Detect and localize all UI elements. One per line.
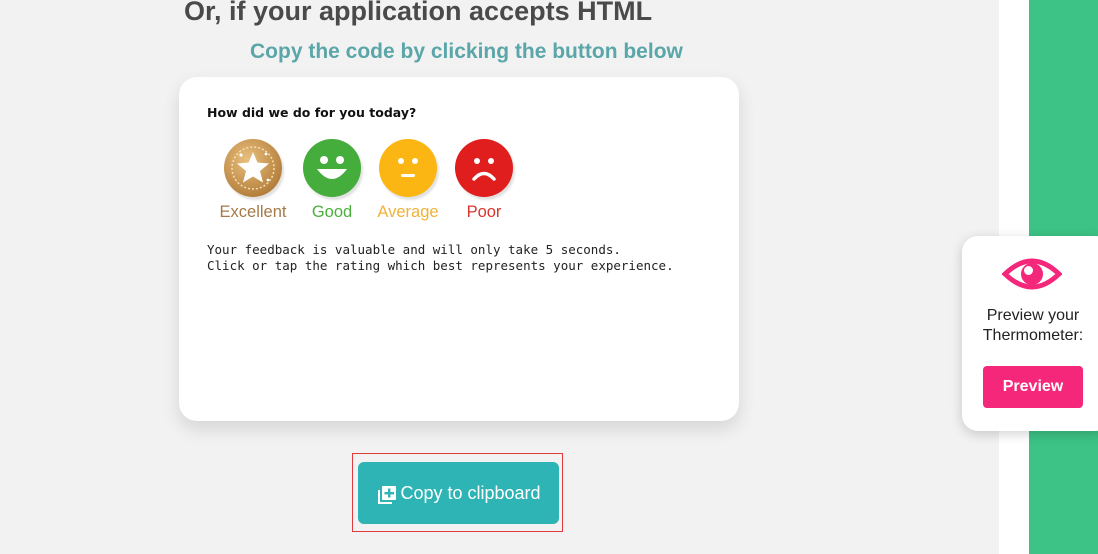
preview-text-line: Thermometer: [982, 327, 1084, 344]
preview-text: Preview your Thermometer: [962, 306, 1098, 346]
preview-button[interactable]: Preview [983, 366, 1083, 408]
smile-face-icon [303, 139, 361, 197]
preview-panel: Preview your Thermometer: Preview [962, 236, 1098, 431]
feedback-widget-card: How did we do for you today? Excellent G… [179, 77, 739, 421]
copy-button-label: Copy to clipboard [400, 482, 541, 503]
eye-icon [1001, 254, 1063, 299]
preview-text-line: Preview your [986, 307, 1080, 324]
neutral-face-icon [379, 139, 437, 197]
sad-face-icon [455, 139, 513, 197]
feedback-note-line: Click or tap the rating which best repre… [207, 258, 674, 273]
rating-label: Excellent [219, 203, 287, 221]
rating-poor[interactable]: Poor [439, 139, 529, 222]
rating-excellent[interactable]: Excellent [208, 139, 298, 222]
page-title: Or, if your application accepts HTML [184, 0, 653, 26]
copy-to-clipboard-button[interactable]: Copy to clipboard [358, 462, 559, 524]
feedback-note-line: Your feedback is valuable and will only … [207, 242, 621, 257]
copy-plus-icon [376, 484, 398, 506]
page-subtitle: Copy the code by clicking the button bel… [250, 40, 683, 63]
star-medal-icon [224, 139, 282, 197]
rating-label: Poor [466, 203, 502, 221]
feedback-note: Your feedback is valuable and will only … [207, 242, 674, 274]
feedback-question: How did we do for you today? [207, 105, 417, 120]
